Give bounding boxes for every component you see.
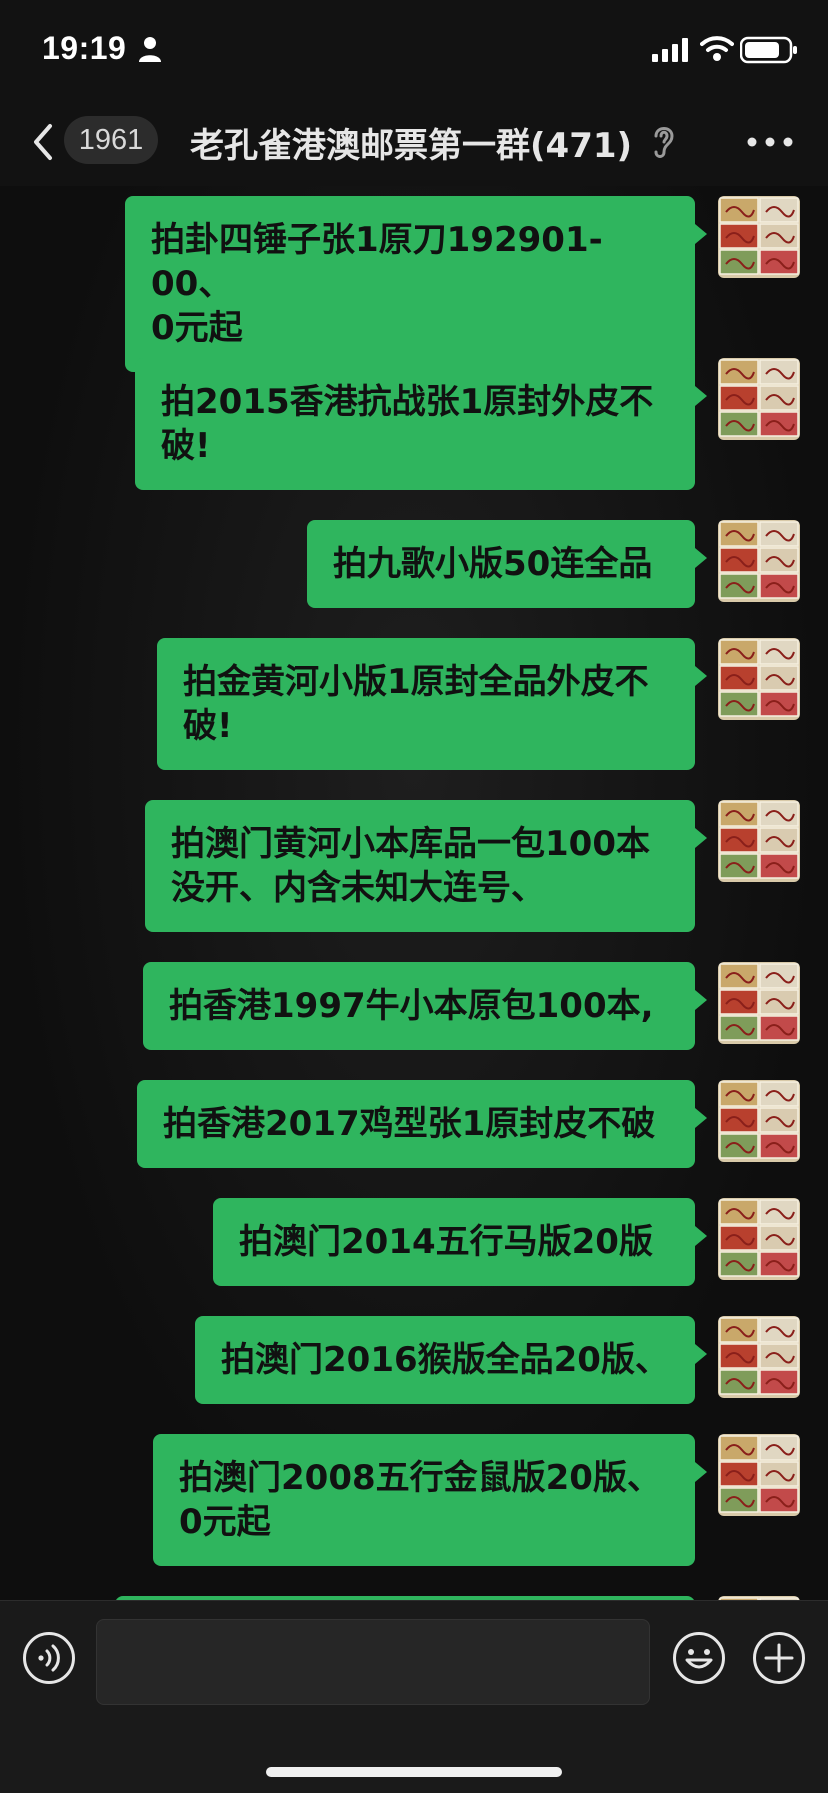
stamp-avatar-image [719,1435,799,1513]
stamp-avatar-image [719,639,799,717]
message-line: 拍金黄河小版1原封全品外皮不 [183,662,649,702]
voice-input-icon[interactable] [22,1631,76,1685]
message-line: 拍澳门2014五行马版20版 [239,1222,653,1262]
message-list[interactable]: 拍卦四锤子张1原刀192901-00、 0元起 拍2015香港抗战张1原封外皮不… [0,186,828,1600]
message-line: 拍澳门黄河小本库品一包100本 [171,824,650,864]
message-line: 破! [183,706,233,746]
status-bar: 19:19 [0,0,828,100]
message-bubble[interactable]: 拍香港2017鸡型张1原封皮不破 [137,1080,707,1168]
message-line: 拍香港2017鸡型张1原封皮不破 [163,1104,656,1144]
message-bubble[interactable]: 拍2015香港抗战张1原封外皮不 破! [135,358,707,490]
message-line: 拍香港1997牛小本原包100本, [169,986,654,1026]
stamp-avatar-image [719,197,799,275]
back-chevron-icon[interactable] [30,122,56,162]
message-line: 拍卦四锤子张1原刀192901-00、 [151,220,603,304]
message-line: 拍澳门2016猴版全品20版、 [221,1340,669,1380]
message-bubble[interactable]: 拍澳门2014五行马版20版 [213,1198,707,1286]
stamp-avatar-image [719,359,799,437]
stamp-avatar-image [719,1317,799,1395]
stamp-avatar-image [719,801,799,879]
message-bubble[interactable]: 拍金黄河小版1原封全品外皮不 破! [157,638,707,770]
chat-title: 老孔雀港澳邮票第一群(471) [190,126,633,166]
home-indicator [266,1767,562,1777]
cellular-signal-icon [652,38,688,62]
avatar[interactable] [718,1316,800,1398]
avatar[interactable] [718,196,800,278]
avatar[interactable] [718,962,800,1044]
input-bar [0,1600,828,1793]
status-time: 19:19 [42,30,127,66]
message-line: 没开、内含未知大连号、 [171,868,545,908]
ear-icon [654,127,674,158]
avatar[interactable] [718,800,800,882]
message-bubble[interactable]: 拍澳门2008五行金鼠版20版、 0元起 [153,1434,707,1566]
avatar[interactable] [718,1080,800,1162]
stamp-avatar-image [719,963,799,1041]
avatar[interactable] [718,358,800,440]
battery-icon [740,36,797,64]
avatar[interactable] [718,1434,800,1516]
wifi-icon [700,36,734,61]
stamp-avatar-image [719,1199,799,1277]
chat-header: 1961 老孔雀港澳邮票第一群(471) [0,100,828,187]
message-bubble[interactable]: 拍澳门黄河小本库品一包100本 没开、内含未知大连号、 [145,800,707,932]
message-bubble[interactable]: 拍九歌小版50连全品 [307,520,707,608]
message-line: 拍九歌小版50连全品 [333,544,653,584]
emoji-icon[interactable] [672,1631,726,1685]
message-line: 0元起 [179,1502,271,1542]
message-bubble[interactable]: 拍卦四锤子张1原刀192901-00、 0元起 [125,196,707,372]
avatar[interactable] [718,1198,800,1280]
message-line: 破! [161,426,211,466]
stamp-avatar-image [719,521,799,599]
stamp-avatar-image [719,1081,799,1159]
message-bubble[interactable]: 拍香港1997牛小本原包100本, [143,962,707,1050]
message-line: 拍2015香港抗战张1原封外皮不 [161,382,654,422]
avatar[interactable] [718,638,800,720]
more-options-icon[interactable] [746,136,794,148]
message-bubble[interactable]: 拍澳门2016猴版全品20版、 [195,1316,707,1404]
person-icon [139,37,161,62]
add-icon[interactable] [752,1631,806,1685]
message-line: 拍澳门2008五行金鼠版20版、 [179,1458,661,1498]
message-line: 0元起 [151,308,243,348]
avatar[interactable] [718,520,800,602]
message-input[interactable] [96,1619,650,1705]
unread-count-badge[interactable]: 1961 [64,116,158,164]
